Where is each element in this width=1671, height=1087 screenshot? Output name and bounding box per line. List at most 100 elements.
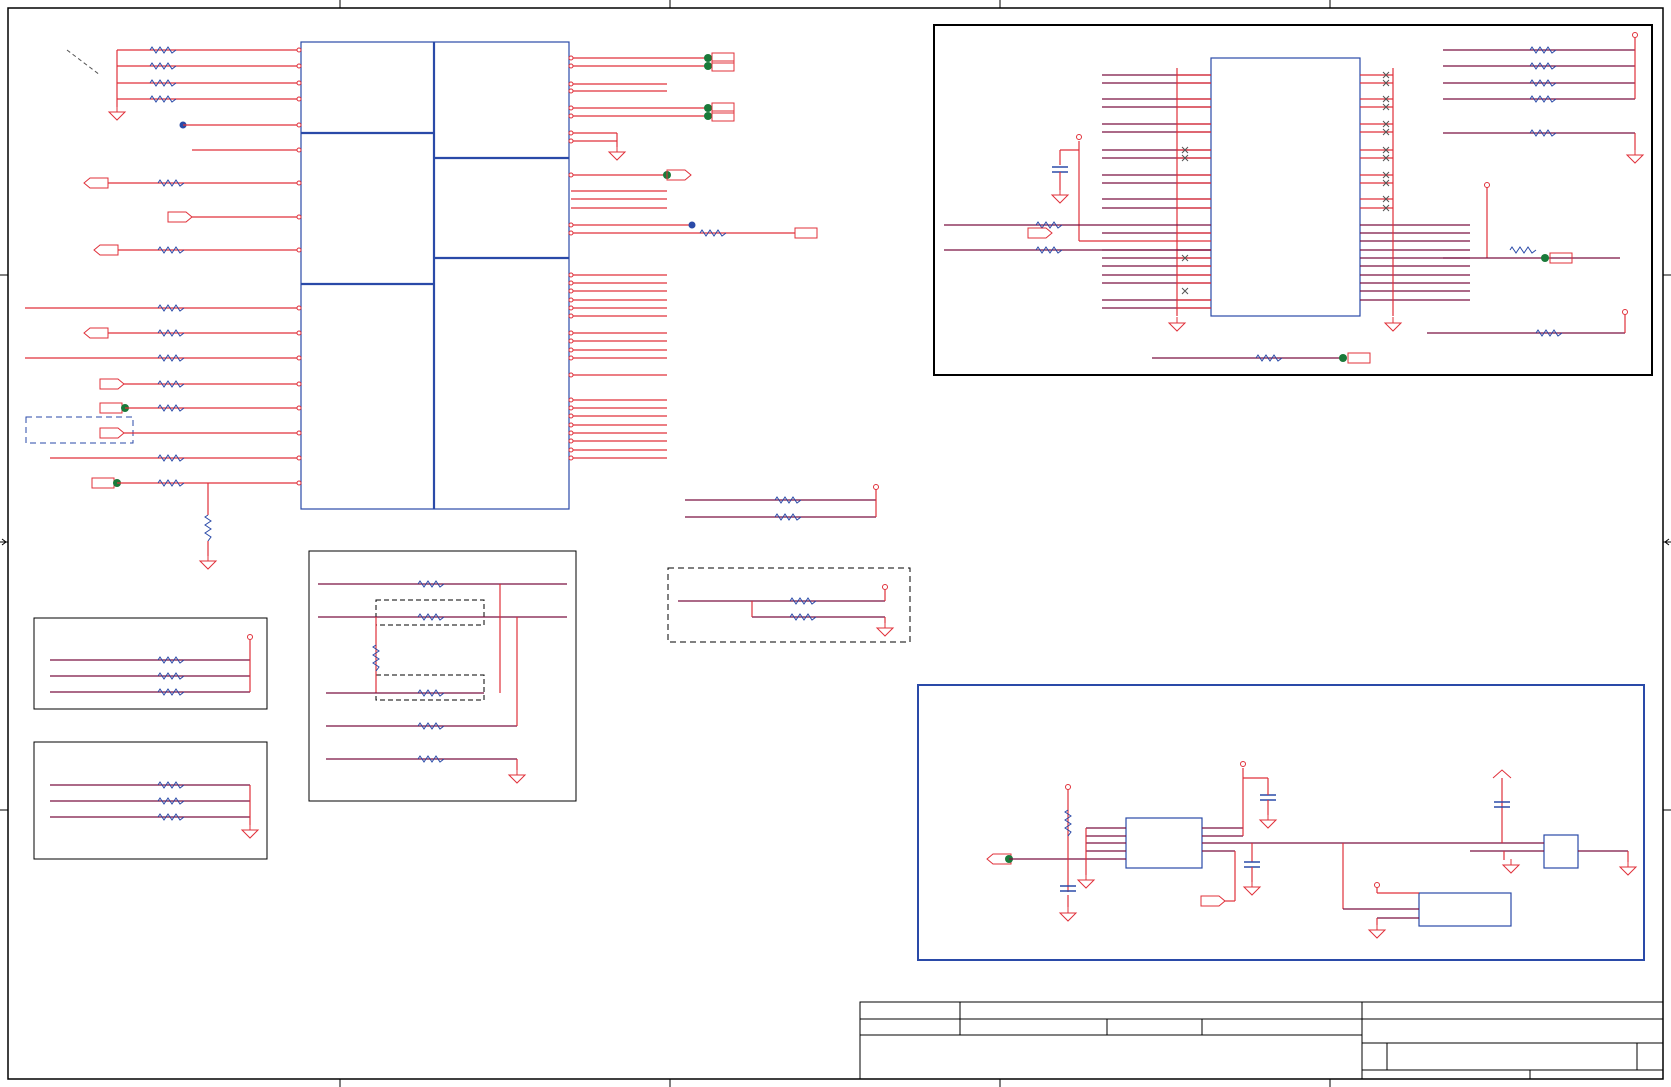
no-connect-marker (1181, 287, 1189, 295)
pin-marker (296, 355, 302, 361)
resistor-symbol (204, 514, 212, 542)
power-symbol (247, 634, 253, 640)
pullup-network-box (33, 617, 268, 710)
schematic-wiring (25, 32, 1645, 939)
memory-ic-block (1418, 892, 1512, 927)
off-page-connector (794, 227, 818, 239)
pin-marker (296, 80, 302, 86)
pin-marker (568, 455, 574, 461)
pin-marker (568, 105, 574, 111)
ground-symbol (1618, 866, 1638, 876)
pin-marker (568, 330, 574, 336)
pin-marker (568, 288, 574, 294)
junction-dot (1541, 254, 1549, 262)
pin-marker (296, 405, 302, 411)
pin-marker (296, 96, 302, 102)
regulator-ic-block (1125, 817, 1203, 869)
junction-dot (1339, 354, 1347, 362)
ground-symbol (1050, 194, 1070, 204)
pin-marker (568, 397, 574, 403)
pin-marker (296, 455, 302, 461)
pin-marker (296, 480, 302, 486)
ground-symbol (875, 627, 895, 637)
ground-symbol (507, 774, 527, 784)
junction-dot (704, 112, 712, 120)
power-symbol (1065, 784, 1071, 790)
pin-marker (568, 280, 574, 286)
pin-marker (568, 172, 574, 178)
title-block (859, 1001, 1664, 1080)
junction-dot (704, 54, 712, 62)
pin-marker (568, 413, 574, 419)
pin-marker (568, 305, 574, 311)
pin-marker (568, 130, 574, 136)
connector-section-box (933, 24, 1653, 376)
pin-marker (568, 355, 574, 361)
power-symbol (882, 584, 888, 590)
pin-marker (568, 222, 574, 228)
pin-marker (296, 430, 302, 436)
pin-marker (568, 272, 574, 278)
pin-marker (296, 381, 302, 387)
pin-marker (568, 338, 574, 344)
ground-symbol (1076, 879, 1096, 889)
schematic-canvas (0, 0, 1671, 1087)
ground-symbol (1383, 322, 1403, 332)
pin-marker (296, 330, 302, 336)
junction-dot (688, 221, 696, 229)
pin-marker (296, 247, 302, 253)
pin-marker (296, 214, 302, 220)
resistor-symbol (1509, 246, 1537, 254)
power-symbol (1076, 134, 1082, 140)
pin-marker (568, 438, 574, 444)
connector-ic-block (1210, 57, 1361, 317)
off-page-connector (1200, 895, 1226, 907)
pin-marker (296, 63, 302, 69)
pin-marker (568, 405, 574, 411)
ground-symbol (1625, 154, 1645, 164)
ground-symbol (1258, 819, 1278, 829)
small-ic-block (1543, 834, 1579, 869)
pin-marker (296, 122, 302, 128)
pin-marker (568, 372, 574, 378)
power-symbol (1240, 761, 1246, 767)
drawing-frame (0, 0, 1671, 1087)
power-symbol (1632, 32, 1638, 38)
dashed-option-box (25, 416, 134, 444)
off-page-connector (99, 402, 123, 414)
pin-marker (568, 55, 574, 61)
pin-marker (568, 113, 574, 119)
pin-marker (296, 147, 302, 153)
dashed-option-box (667, 567, 911, 643)
pin-marker (568, 313, 574, 319)
pin-marker (568, 297, 574, 303)
main-ic-block (300, 41, 570, 510)
off-page-connector (1027, 227, 1053, 239)
dashed-option-box (375, 674, 485, 701)
off-page-connector (99, 378, 125, 390)
ground-symbol (1167, 322, 1187, 332)
dashed-option-box (375, 599, 485, 626)
pin-marker (296, 47, 302, 53)
ground-symbol (1058, 912, 1078, 922)
ground-symbol (1242, 886, 1262, 896)
power-section-box (917, 684, 1645, 961)
pin-marker (568, 63, 574, 69)
power-symbol (873, 484, 879, 490)
off-page-connector (1347, 352, 1371, 364)
power-symbol (1374, 882, 1380, 888)
power-symbol (1622, 309, 1628, 315)
pin-marker (568, 81, 574, 87)
off-page-connector (83, 177, 109, 189)
pin-marker (568, 347, 574, 353)
ground-symbol (607, 151, 627, 161)
off-page-connector (83, 327, 109, 339)
power-symbol (1484, 182, 1490, 188)
strap-resistor-box (308, 550, 577, 802)
power-symbol (1492, 769, 1512, 779)
pin-marker (296, 305, 302, 311)
ground-symbol (1501, 864, 1521, 874)
schematic-sheet (0, 0, 1671, 1087)
junction-dot (704, 62, 712, 70)
off-page-connector (99, 427, 125, 439)
